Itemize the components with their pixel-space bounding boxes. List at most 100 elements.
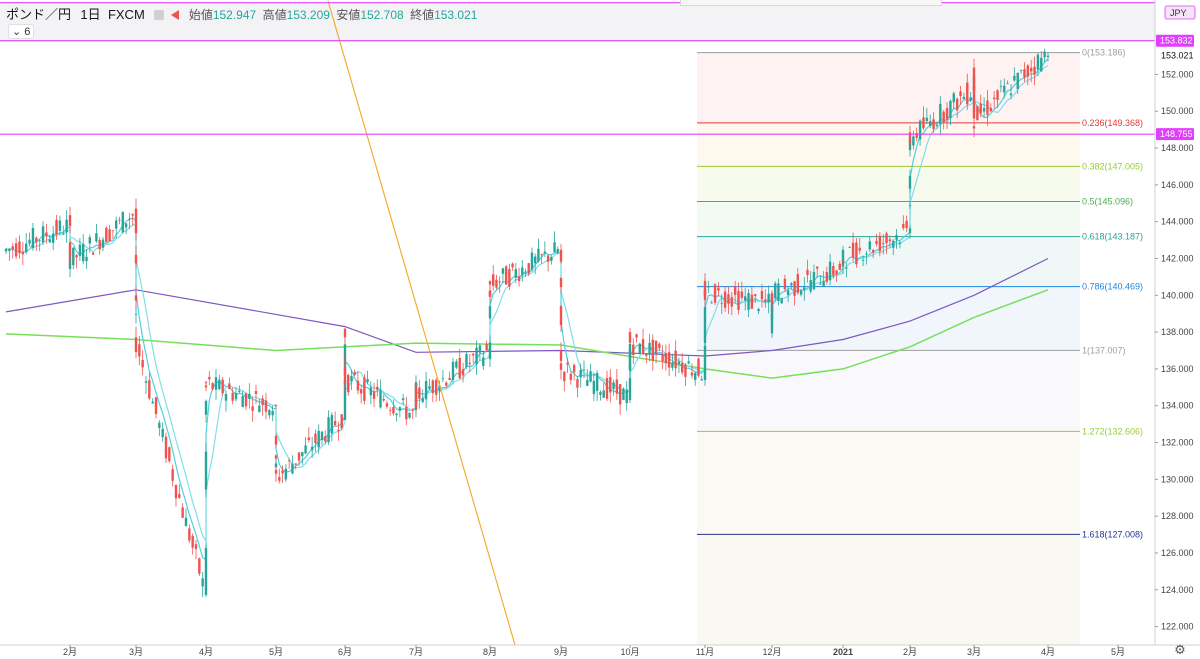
candle-body: [395, 413, 398, 416]
candle-body: [628, 343, 632, 359]
candle-body: [628, 331, 632, 343]
candle-body: [194, 544, 198, 549]
candle-body: [992, 97, 996, 100]
candle-body: [664, 353, 668, 364]
candle-body: [398, 407, 402, 411]
interval-label[interactable]: 1日: [80, 7, 100, 22]
low-value: 152.708: [360, 8, 404, 22]
candle-body: [201, 578, 204, 587]
candle-body: [1046, 55, 1050, 57]
chart-area[interactable]: 0(153.186) 0.236(149.368) 0.382(147.005) 0.…: [0, 0, 1200, 659]
candle-body: [723, 291, 727, 308]
candle-body: [737, 291, 740, 310]
candle-body: [307, 437, 311, 440]
time-tick-label: 3月: [967, 647, 981, 657]
candle-body: [595, 372, 599, 391]
candle-body: [118, 219, 121, 221]
candle-body: [48, 239, 51, 243]
candle-body: [875, 240, 878, 244]
candle-body: [770, 293, 774, 304]
price-tick-label: 132.000: [1161, 438, 1194, 448]
candle-body: [350, 376, 353, 382]
candle-body: [258, 405, 261, 412]
candle-body: [851, 242, 855, 258]
symbol-name[interactable]: ポンド／円: [6, 7, 71, 22]
price-chart[interactable]: 0(153.186) 0.236(149.368) 0.382(147.005) 0.…: [0, 0, 1200, 659]
price-tick-label: 134.000: [1161, 401, 1194, 411]
close-value: 153.021: [434, 8, 478, 22]
candle-body: [546, 255, 550, 262]
flag-icon[interactable]: [171, 10, 180, 20]
candle-body: [521, 267, 524, 276]
fib-level-label: 1.618(127.008): [1082, 529, 1143, 539]
candle-body: [777, 283, 780, 302]
candle-body: [1033, 66, 1036, 75]
candle-body: [327, 417, 330, 443]
candle-body: [632, 344, 635, 356]
symbol-header: ポンド／円 1日 FXCM 始値152.947 高値153.209 安値152.…: [6, 4, 477, 23]
candle-body: [740, 291, 744, 298]
candle-body: [786, 290, 790, 296]
candle-body: [524, 272, 527, 275]
candle-body: [969, 97, 972, 101]
candle-body: [445, 382, 448, 386]
candle-body: [556, 249, 559, 253]
candle-body: [304, 445, 307, 454]
candle-body: [1023, 69, 1026, 78]
candle-body: [559, 363, 563, 370]
candle-body: [511, 263, 514, 268]
candle-body: [141, 359, 144, 368]
candle-body: [88, 237, 91, 244]
candle-body: [411, 409, 414, 411]
gear-icon[interactable]: ⚙: [1174, 643, 1186, 658]
candle-body: [720, 302, 723, 304]
fib-level-label: 0.618(143.187): [1082, 232, 1143, 242]
candle-body: [586, 379, 589, 386]
candle-body: [211, 383, 214, 390]
candle-body: [939, 103, 942, 125]
candle-body: [517, 276, 521, 282]
candle-body: [124, 223, 128, 228]
candle-body: [424, 380, 428, 400]
candle-body: [369, 387, 373, 396]
candle-body: [428, 386, 431, 389]
candle-body: [158, 422, 161, 429]
price-tick-label: 126.000: [1161, 548, 1194, 558]
candle-body: [284, 468, 288, 480]
candle-body: [134, 313, 138, 315]
indicators-toggle[interactable]: ⌄ 6: [8, 24, 35, 39]
candle-body: [1016, 72, 1019, 89]
candle-body: [51, 233, 55, 243]
candle-body: [908, 205, 912, 206]
candle-body: [1026, 65, 1030, 77]
candle-body: [707, 286, 710, 288]
candle-body: [717, 287, 720, 291]
candle-body: [674, 350, 677, 369]
candle-body: [882, 243, 885, 244]
candle-body: [767, 293, 770, 303]
candle-body: [414, 383, 418, 386]
candle-body: [697, 358, 700, 376]
candle-body: [58, 220, 62, 231]
time-tick-label: 6月: [338, 647, 352, 657]
candle-body: [448, 378, 451, 381]
candle-body: [625, 389, 628, 404]
candle-body: [144, 381, 148, 383]
panel-resize-handle[interactable]: [680, 0, 942, 6]
time-tick-label: 2月: [63, 647, 77, 657]
candle-body: [111, 230, 115, 232]
candle-body: [543, 251, 547, 254]
candle-body: [343, 328, 347, 338]
candle-body: [28, 239, 31, 244]
candle-body: [224, 394, 228, 401]
open-label: 始値: [188, 8, 213, 22]
candle-body: [841, 260, 845, 262]
candle-body: [431, 380, 435, 394]
candle-body: [134, 337, 138, 352]
candle-body: [218, 379, 221, 390]
candle-body: [274, 455, 278, 459]
price-line-tag-label: 148.755: [1160, 129, 1193, 139]
visibility-icon[interactable]: [154, 10, 165, 20]
candle-body: [932, 119, 935, 130]
candle-body: [320, 431, 324, 441]
